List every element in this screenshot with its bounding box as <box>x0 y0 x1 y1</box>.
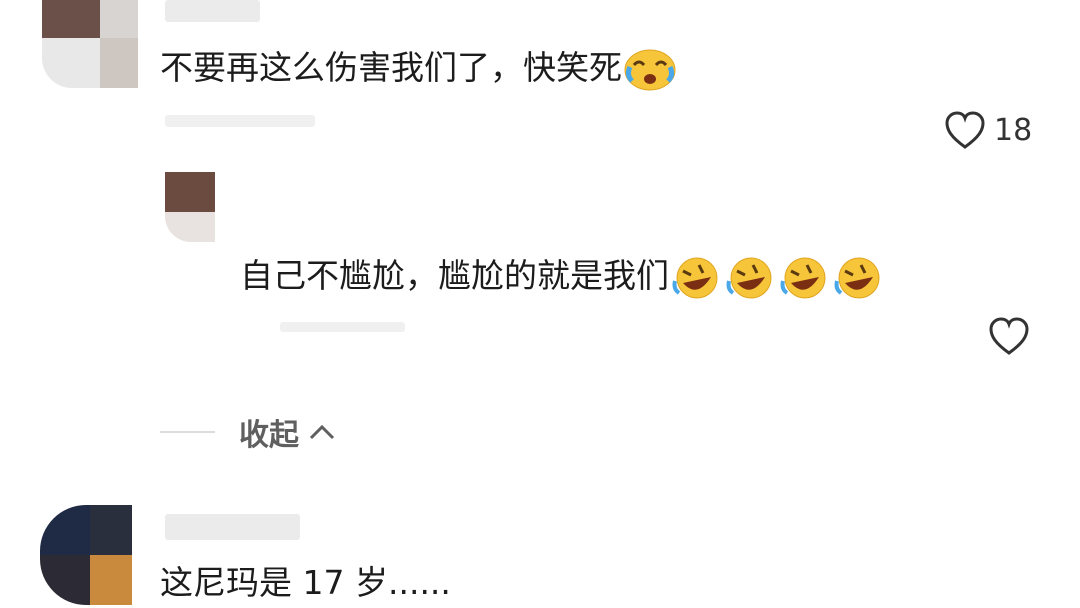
collapse-label: 收起 <box>239 418 299 453</box>
comment-date-blurred <box>165 115 315 127</box>
username-blurred[interactable] <box>165 0 260 22</box>
rolling-laughing-emoji-icon <box>672 257 718 298</box>
comment-text: 不要再这么伤害我们了，快笑死 <box>160 48 676 91</box>
comment-date-blurred <box>280 322 405 332</box>
like-button[interactable]: 18 <box>944 110 1032 150</box>
divider <box>160 431 215 433</box>
like-count: 18 <box>994 112 1033 148</box>
comment-text: 这尼玛是 17 岁...... <box>160 563 451 603</box>
rolling-laughing-emoji-icon <box>726 257 772 298</box>
comment-body: 不要再这么伤害我们了，快笑死 <box>160 48 622 87</box>
collapse-replies-button[interactable]: 收起 <box>160 410 337 454</box>
comment-body: 这尼玛是 17 岁...... <box>160 563 451 602</box>
comment-text: 自己不尴尬，尴尬的就是我们 <box>240 256 885 299</box>
rolling-laughing-emoji-icon <box>780 257 826 298</box>
heart-icon <box>989 317 1029 355</box>
heart-icon <box>945 111 985 149</box>
rolling-laughing-emoji-icon <box>834 257 880 298</box>
comment-body: 自己不尴尬，尴尬的就是我们 <box>240 256 669 295</box>
avatar[interactable] <box>40 505 132 605</box>
chevron-up-icon <box>309 424 335 440</box>
like-button[interactable] <box>988 316 1030 356</box>
username-blurred[interactable] <box>165 514 300 540</box>
avatar[interactable] <box>165 172 215 242</box>
crying-laughing-emoji-icon <box>624 49 676 90</box>
avatar[interactable] <box>42 0 138 88</box>
